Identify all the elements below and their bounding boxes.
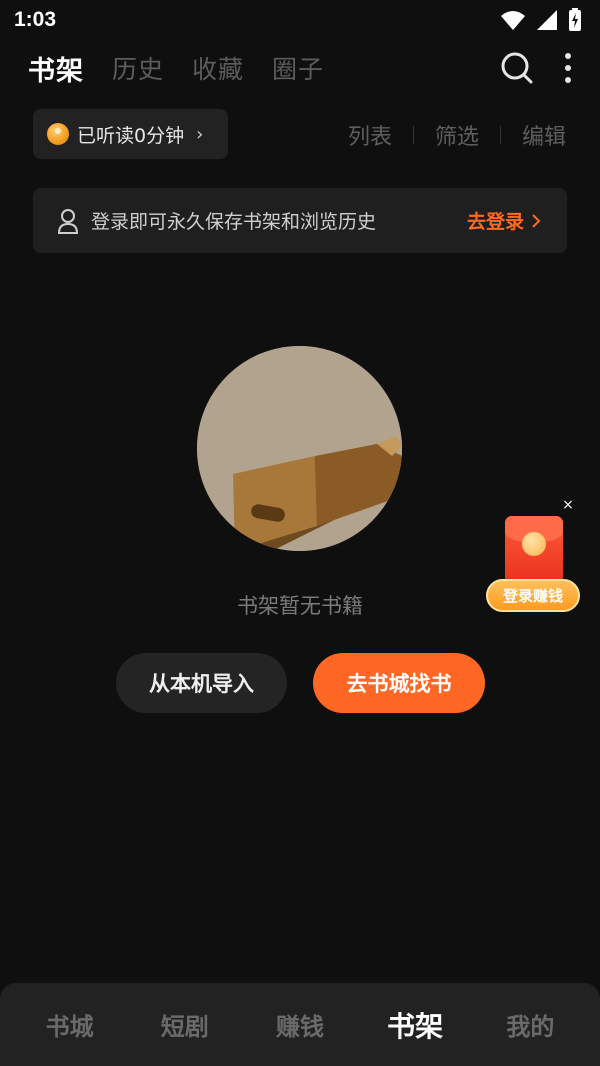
listen-time-chip[interactable]: 已听读0分钟 › xyxy=(33,109,228,159)
login-link-label: 去登录 xyxy=(466,211,524,233)
login-message: 登录即可永久保存书架和浏览历史 xyxy=(91,211,377,233)
top-actions xyxy=(500,48,572,88)
nav-item-bookshelf[interactable]: 书架 xyxy=(370,1005,460,1045)
status-icons xyxy=(500,8,582,32)
edit-button[interactable]: 编辑 xyxy=(522,119,566,151)
login-banner[interactable]: 登录即可永久保存书架和浏览历史 去登录 xyxy=(33,188,567,253)
nav-item-earn[interactable]: 赚钱 xyxy=(255,1007,345,1042)
status-bar: 1:03 xyxy=(0,0,600,40)
floating-red-packet: × 登录赚钱 xyxy=(486,497,586,617)
tab-circles[interactable]: 圈子 xyxy=(272,50,324,86)
chevron-right-icon: › xyxy=(196,123,204,145)
view-options: 列表 筛选 编辑 xyxy=(348,118,566,152)
nav-item-me[interactable]: 我的 xyxy=(485,1007,575,1042)
red-packet-icon[interactable] xyxy=(505,516,563,584)
user-icon xyxy=(57,208,79,234)
import-local-button[interactable]: 从本机导入 xyxy=(116,653,287,713)
tab-favorites[interactable]: 收藏 xyxy=(192,50,244,86)
more-button[interactable] xyxy=(564,52,572,84)
wifi-icon xyxy=(501,11,525,30)
filter-button[interactable]: 筛选 xyxy=(435,119,479,151)
tab-bookshelf[interactable]: 书架 xyxy=(28,49,84,88)
nav-item-bookstore[interactable]: 书城 xyxy=(25,1007,115,1042)
battery-icon xyxy=(569,8,581,31)
empty-box-illustration xyxy=(197,346,402,551)
nav-item-short-drama[interactable]: 短剧 xyxy=(140,1007,230,1042)
more-vertical-icon xyxy=(565,53,571,83)
list-view-button[interactable]: 列表 xyxy=(348,119,392,151)
divider xyxy=(499,126,501,144)
bottom-nav: 书城 短剧 赚钱 书架 我的 xyxy=(0,983,600,1066)
tab-history[interactable]: 历史 xyxy=(112,50,164,86)
login-link[interactable]: 去登录 xyxy=(467,207,541,234)
chevron-right-icon xyxy=(532,213,541,228)
close-icon[interactable]: × xyxy=(560,497,576,513)
listen-time-text: 已听读0分钟 xyxy=(77,124,185,147)
divider xyxy=(412,126,414,144)
search-button[interactable] xyxy=(500,51,534,85)
top-tabs: 书架 历史 收藏 圈子 xyxy=(28,48,324,88)
red-packet-coin-icon xyxy=(522,532,546,556)
login-earn-button[interactable]: 登录赚钱 xyxy=(486,579,580,612)
coin-icon xyxy=(47,123,69,145)
signal-icon xyxy=(537,10,557,30)
status-time: 1:03 xyxy=(14,8,57,31)
go-to-store-button[interactable]: 去书城找书 xyxy=(313,653,485,713)
search-icon xyxy=(501,52,533,84)
